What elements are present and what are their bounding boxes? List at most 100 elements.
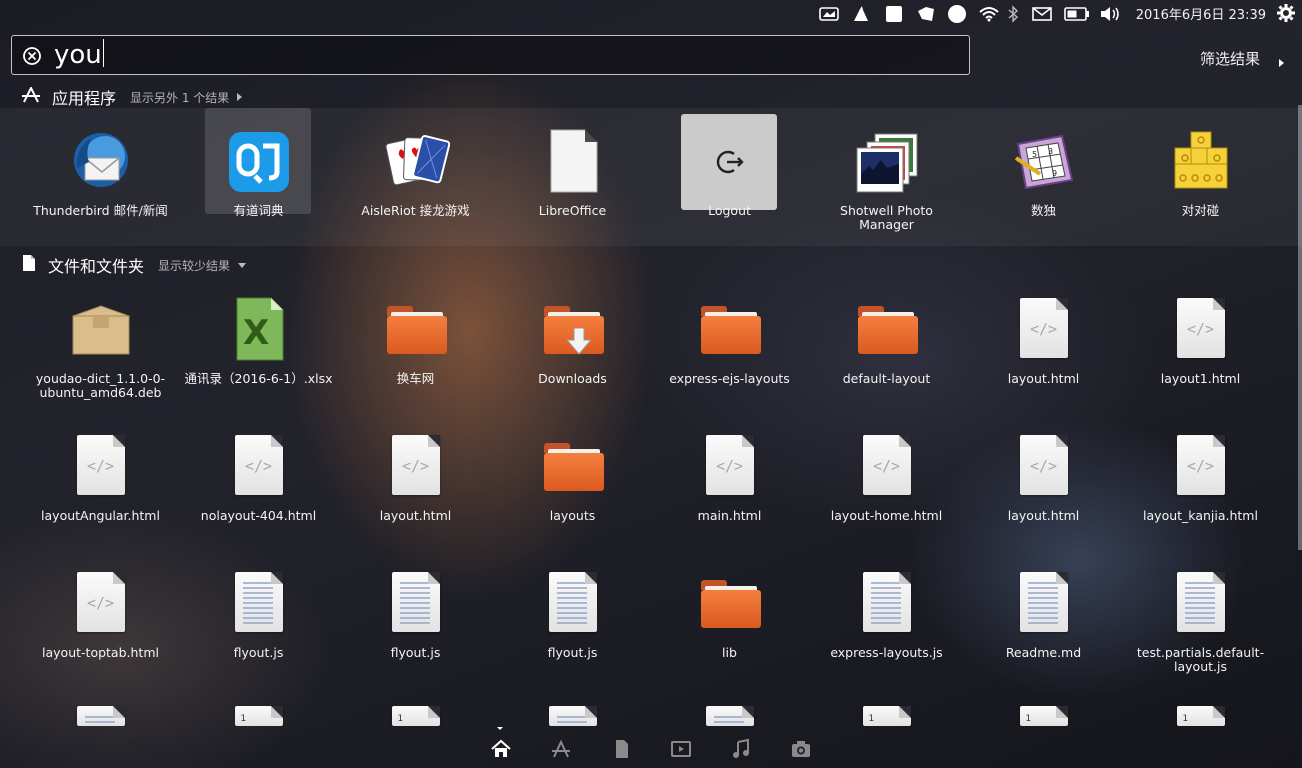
app-indicator-3-icon[interactable]	[915, 3, 937, 25]
file-label: layout-toptab.html	[42, 645, 159, 660]
folder-icon	[543, 443, 604, 491]
gear-icon[interactable]	[1276, 2, 1296, 28]
app-indicator-icon[interactable]	[850, 3, 872, 25]
file-label: flyout.js	[390, 645, 441, 660]
files-category-icon	[22, 254, 36, 276]
file-label: layoutAngular.html	[41, 508, 160, 523]
file-tile[interactable]: X 通讯录（2016-6-1）.xlsx	[180, 296, 337, 386]
file-tile[interactable]: </> layout.html	[965, 433, 1122, 523]
files-header[interactable]: 文件和文件夹 显示较少结果	[22, 253, 247, 277]
file-tile[interactable]: </> layoutAngular.html	[22, 433, 179, 523]
file-tile[interactable]: lib	[651, 570, 808, 660]
app-tile-youdao[interactable]: 有道词典	[180, 128, 337, 218]
file-icon: 1	[1176, 706, 1225, 726]
clear-search-icon[interactable]	[22, 46, 42, 70]
scrollbar[interactable]	[1298, 105, 1302, 550]
file-tile[interactable]: </> nolayout-404.html	[180, 433, 337, 523]
filter-results-button[interactable]: 筛选结果	[1200, 48, 1260, 69]
text-file-icon	[1019, 572, 1068, 632]
html-file-icon: </>	[391, 435, 440, 495]
app-tile-logout[interactable]: Logout	[651, 128, 808, 218]
app-tile-libreoffice[interactable]: LibreOffice	[494, 128, 651, 218]
folder-icon	[700, 580, 761, 628]
file-label: main.html	[697, 508, 762, 523]
wifi-icon[interactable]	[978, 3, 1000, 25]
applications-lens-icon[interactable]	[550, 738, 572, 760]
file-tile[interactable]: youdao-dict_1.1.0-0-ubuntu_amd64.deb	[22, 296, 179, 400]
bluetooth-icon[interactable]	[1004, 3, 1022, 25]
file-tile[interactable]: flyout.js	[180, 570, 337, 660]
file-tile[interactable]: Downloads	[494, 296, 651, 386]
file-tile[interactable]: Readme.md	[965, 570, 1122, 660]
show-fewer-results[interactable]: 显示较少结果	[158, 257, 230, 274]
file-tile-partial[interactable]: 1	[808, 660, 965, 726]
shotwell-icon	[853, 128, 921, 196]
file-tile[interactable]: express-ejs-layouts	[651, 296, 808, 386]
html-file-icon: </>	[1019, 298, 1068, 358]
lens-bar	[0, 728, 1302, 768]
js-file-icon	[862, 572, 911, 632]
file-tile-partial[interactable]: 1	[965, 660, 1122, 726]
file-tile[interactable]: default-layout	[808, 296, 965, 386]
file-tile-partial[interactable]	[651, 660, 808, 726]
file-tile[interactable]: flyout.js	[337, 570, 494, 660]
photo-lens-icon[interactable]	[790, 738, 812, 760]
app-label: 数独	[1030, 203, 1056, 218]
app-tile-shotwell[interactable]: Shotwell Photo Manager	[808, 128, 965, 232]
top-panel: 2016年6月6日 23:39	[0, 0, 1302, 28]
home-lens-icon[interactable]	[490, 738, 512, 760]
file-tile[interactable]: </> layout-toptab.html	[22, 570, 179, 660]
spreadsheet-icon: X	[236, 297, 283, 361]
file-tile[interactable]: express-layouts.js	[808, 570, 965, 660]
expand-arrow-icon[interactable]	[237, 93, 243, 101]
music-lens-icon[interactable]	[730, 738, 752, 760]
file-label: express-ejs-layouts	[669, 371, 790, 386]
search-query[interactable]: you	[54, 39, 104, 70]
file-tile-partial[interactable]: 1	[180, 660, 337, 726]
file-tile-partial[interactable]: 1	[1122, 660, 1279, 726]
file-label: flyout.js	[233, 645, 284, 660]
file-tile[interactable]: test.partials.default-layout.js	[1122, 570, 1279, 674]
file-label: default-layout	[842, 371, 931, 386]
file-tile-partial[interactable]: 1	[337, 660, 494, 726]
app-tile-thunderbird[interactable]: Thunderbird 邮件/新闻	[22, 128, 179, 218]
file-tile[interactable]: </> layout-home.html	[808, 433, 965, 523]
app-tile-aisleriot[interactable]: ♥ AisleRiot 接龙游戏	[337, 128, 494, 218]
collapse-arrow-icon[interactable]	[238, 262, 247, 268]
file-tile[interactable]: </> main.html	[651, 433, 808, 523]
thunderbird-icon	[67, 128, 135, 196]
html-file-icon: </>	[1019, 435, 1068, 495]
file-icon: 1	[391, 706, 440, 726]
clock[interactable]: 2016年6月6日 23:39	[1136, 4, 1266, 23]
file-tile[interactable]: 换车网	[337, 296, 494, 386]
file-label: layout-home.html	[830, 508, 943, 523]
app-label: LibreOffice	[538, 203, 607, 218]
file-tile[interactable]: </> layout.html	[965, 296, 1122, 386]
battery-icon[interactable]	[1063, 3, 1091, 25]
show-more-apps[interactable]: 显示另外 1 个结果	[130, 89, 229, 106]
libreoffice-icon	[539, 128, 607, 196]
folder-icon	[700, 306, 761, 354]
circle-indicator-icon[interactable]	[946, 3, 968, 25]
file-tile[interactable]: </> layout1.html	[1122, 296, 1279, 386]
file-tile-partial[interactable]	[494, 660, 651, 726]
filter-arrow-icon[interactable]	[1278, 53, 1286, 72]
video-lens-icon[interactable]	[670, 738, 692, 760]
file-tile[interactable]: flyout.js	[494, 570, 651, 660]
files-lens-icon[interactable]	[611, 738, 633, 760]
html-file-icon: </>	[76, 435, 125, 495]
app-indicator-2-icon[interactable]	[883, 3, 905, 25]
app-tile-sudoku[interactable]: 5 3 9 数独	[965, 128, 1122, 218]
file-tile[interactable]: layouts	[494, 433, 651, 523]
applications-header[interactable]: 应用程序 显示另外 1 个结果	[22, 85, 243, 109]
app-label: Logout	[708, 203, 751, 218]
file-tile[interactable]: </> layout.html	[337, 433, 494, 523]
file-tile-partial[interactable]	[22, 660, 179, 726]
app-tile-mahjongg[interactable]: 对对碰	[1122, 128, 1279, 218]
keyboard-indicator-icon[interactable]	[818, 3, 840, 25]
mail-icon[interactable]	[1031, 3, 1053, 25]
file-label: nolayout-404.html	[200, 508, 317, 523]
search-input[interactable]: you	[11, 35, 970, 75]
file-tile[interactable]: </> layout_kanjia.html	[1122, 433, 1279, 523]
volume-icon[interactable]	[1098, 3, 1122, 25]
